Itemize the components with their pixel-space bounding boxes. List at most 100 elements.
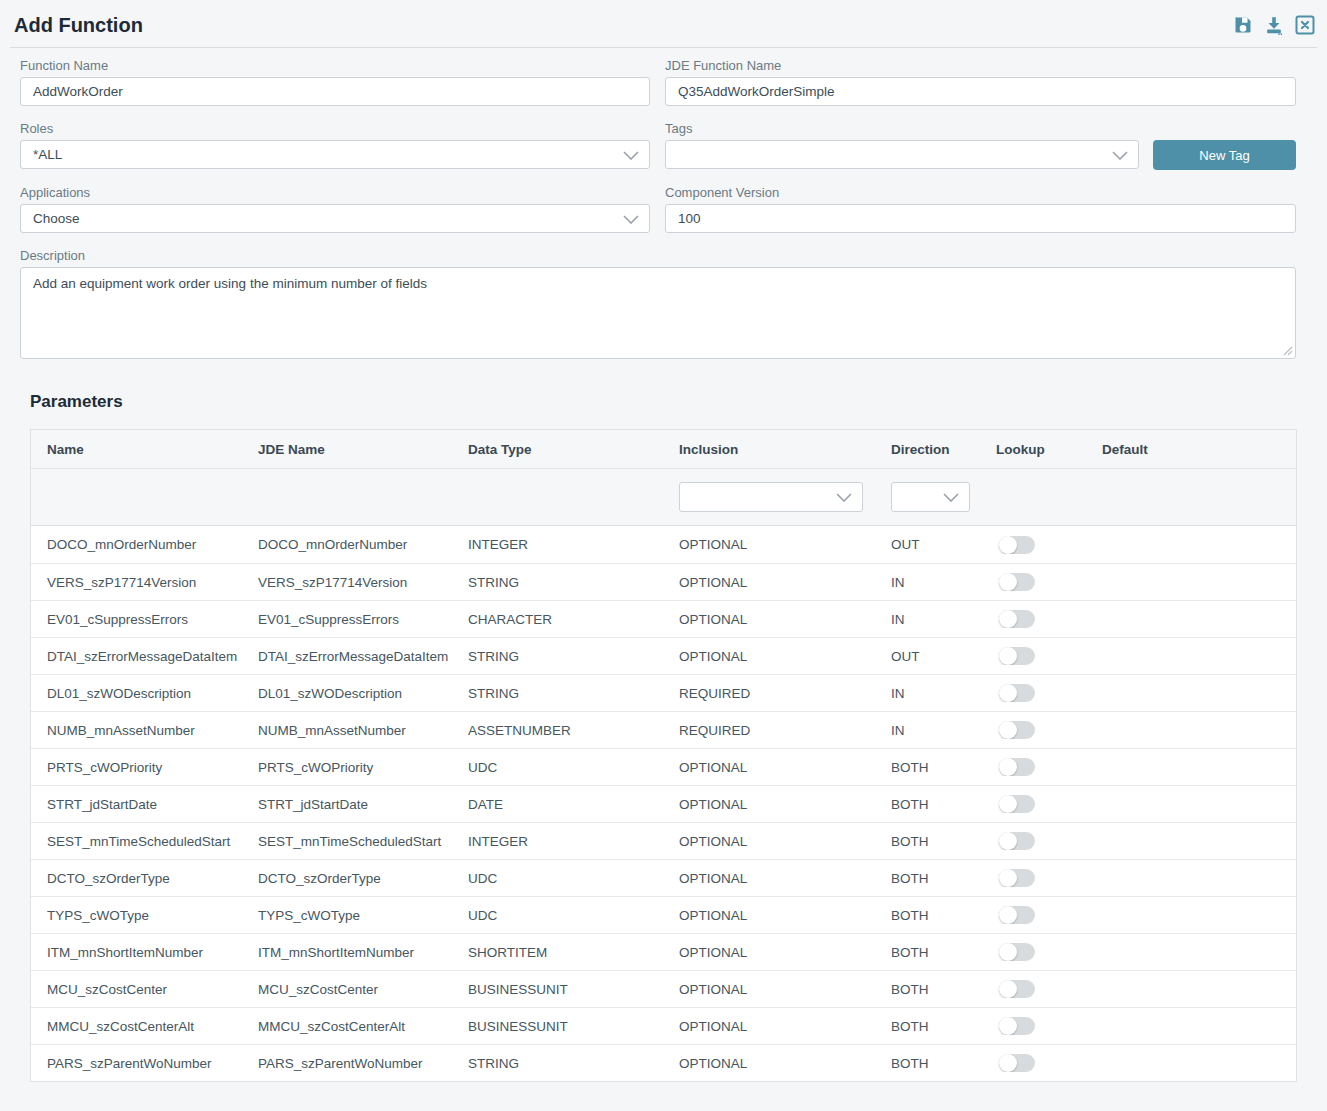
parameter-row: DL01_szWODescription DL01_szWODescriptio… — [31, 674, 1296, 711]
parameter-name: MMCU_szCostCenterAlt — [31, 1019, 242, 1034]
lookup-toggle[interactable] — [999, 721, 1035, 739]
roles-select[interactable]: *ALL — [20, 140, 650, 169]
parameter-data-type: STRING — [452, 649, 663, 664]
tags-select[interactable] — [665, 140, 1139, 169]
parameter-data-type: STRING — [452, 1056, 663, 1071]
lookup-toggle[interactable] — [999, 980, 1035, 998]
column-header-direction: Direction — [875, 442, 980, 457]
parameter-data-type: STRING — [452, 575, 663, 590]
parameter-direction: OUT — [875, 537, 980, 552]
lookup-toggle[interactable] — [999, 943, 1035, 961]
applications-label: Applications — [20, 185, 650, 200]
jde-function-name-input[interactable]: Q35AddWorkOrderSimple — [665, 77, 1296, 106]
applications-select[interactable]: Choose — [20, 204, 650, 233]
description-textarea[interactable]: Add an equipment work order using the mi… — [20, 267, 1296, 359]
roles-label: Roles — [20, 121, 650, 136]
parameter-data-type: STRING — [452, 686, 663, 701]
parameter-jde-name: SEST_mnTimeScheduledStart — [242, 834, 452, 849]
parameter-row: MCU_szCostCenter MCU_szCostCenter BUSINE… — [31, 970, 1296, 1007]
close-icon[interactable] — [1295, 15, 1315, 35]
toggle-knob — [999, 536, 1017, 554]
download-icon[interactable] — [1264, 15, 1284, 35]
parameter-data-type: UDC — [452, 908, 663, 923]
lookup-toggle[interactable] — [999, 1017, 1035, 1035]
parameter-direction: BOTH — [875, 1056, 980, 1071]
lookup-toggle[interactable] — [999, 832, 1035, 850]
parameter-data-type: INTEGER — [452, 537, 663, 552]
description-value: Add an equipment work order using the mi… — [33, 276, 427, 291]
lookup-toggle[interactable] — [999, 647, 1035, 665]
parameter-name: SEST_mnTimeScheduledStart — [31, 834, 242, 849]
lookup-toggle[interactable] — [999, 795, 1035, 813]
parameter-name: DL01_szWODescription — [31, 686, 242, 701]
parameter-direction: BOTH — [875, 760, 980, 775]
parameter-jde-name: VERS_szP17714Version — [242, 575, 452, 590]
parameter-row: MMCU_szCostCenterAlt MMCU_szCostCenterAl… — [31, 1007, 1296, 1044]
parameter-row: VERS_szP17714Version VERS_szP17714Versio… — [31, 563, 1296, 600]
column-header-default: Default — [1086, 442, 1296, 457]
column-header-name: Name — [31, 442, 242, 457]
parameter-jde-name: STRT_jdStartDate — [242, 797, 452, 812]
parameter-inclusion: OPTIONAL — [663, 945, 875, 960]
parameter-name: ITM_mnShortItemNumber — [31, 945, 242, 960]
parameter-inclusion: OPTIONAL — [663, 908, 875, 923]
parameter-jde-name: NUMB_mnAssetNumber — [242, 723, 452, 738]
toggle-knob — [999, 573, 1017, 591]
new-tag-button[interactable]: New Tag — [1153, 140, 1296, 170]
chevron-down-icon — [623, 151, 639, 160]
function-name-input[interactable]: AddWorkOrder — [20, 77, 650, 106]
parameter-direction: IN — [875, 575, 980, 590]
save-icon[interactable] — [1233, 15, 1253, 35]
parameters-table-header: Name JDE Name Data Type Inclusion Direct… — [31, 430, 1296, 468]
toggle-knob — [999, 832, 1017, 850]
parameter-inclusion: OPTIONAL — [663, 1056, 875, 1071]
parameters-title: Parameters — [30, 392, 1327, 412]
parameter-jde-name: PARS_szParentWoNumber — [242, 1056, 452, 1071]
function-form: Function Name AddWorkOrder JDE Function … — [0, 48, 1327, 359]
resize-handle-icon[interactable] — [1283, 346, 1293, 356]
parameter-inclusion: OPTIONAL — [663, 575, 875, 590]
jde-function-name-label: JDE Function Name — [665, 58, 1296, 73]
parameter-data-type: BUSINESSUNIT — [452, 982, 663, 997]
toggle-knob — [999, 610, 1017, 628]
roles-select-value: *ALL — [33, 147, 62, 162]
parameter-row: PARS_szParentWoNumber PARS_szParentWoNum… — [31, 1044, 1296, 1081]
parameter-jde-name: PRTS_cWOPriority — [242, 760, 452, 775]
page-header: Add Function — [10, 0, 1317, 48]
toggle-knob — [999, 647, 1017, 665]
parameter-inclusion: OPTIONAL — [663, 649, 875, 664]
parameter-data-type: BUSINESSUNIT — [452, 1019, 663, 1034]
lookup-toggle[interactable] — [999, 610, 1035, 628]
toggle-knob — [999, 1054, 1017, 1072]
component-version-input[interactable]: 100 — [665, 204, 1296, 233]
lookup-toggle[interactable] — [999, 869, 1035, 887]
chevron-down-icon — [1112, 151, 1128, 160]
parameter-direction: IN — [875, 612, 980, 627]
parameter-inclusion: OPTIONAL — [663, 612, 875, 627]
parameter-direction: OUT — [875, 649, 980, 664]
parameter-inclusion: OPTIONAL — [663, 537, 875, 552]
chevron-down-icon — [623, 215, 639, 224]
parameter-row: TYPS_cWOType TYPS_cWOType UDC OPTIONAL B… — [31, 896, 1296, 933]
lookup-toggle[interactable] — [999, 536, 1035, 554]
lookup-toggle[interactable] — [999, 684, 1035, 702]
parameter-inclusion: OPTIONAL — [663, 1019, 875, 1034]
parameter-direction: BOTH — [875, 871, 980, 886]
lookup-toggle[interactable] — [999, 758, 1035, 776]
lookup-toggle[interactable] — [999, 906, 1035, 924]
parameter-direction: BOTH — [875, 797, 980, 812]
page-title: Add Function — [14, 12, 143, 38]
parameter-data-type: CHARACTER — [452, 612, 663, 627]
inclusion-filter-select[interactable] — [679, 482, 863, 512]
parameter-jde-name: DTAI_szErrorMessageDataItem — [242, 649, 452, 664]
parameter-inclusion: REQUIRED — [663, 723, 875, 738]
parameter-row: EV01_cSuppressErrors EV01_cSuppressError… — [31, 600, 1296, 637]
parameter-name: PARS_szParentWoNumber — [31, 1056, 242, 1071]
parameter-inclusion: OPTIONAL — [663, 982, 875, 997]
direction-filter-select[interactable] — [891, 482, 970, 512]
toggle-knob — [999, 980, 1017, 998]
lookup-toggle[interactable] — [999, 573, 1035, 591]
parameter-inclusion: OPTIONAL — [663, 834, 875, 849]
lookup-toggle[interactable] — [999, 1054, 1035, 1072]
parameter-direction: BOTH — [875, 1019, 980, 1034]
